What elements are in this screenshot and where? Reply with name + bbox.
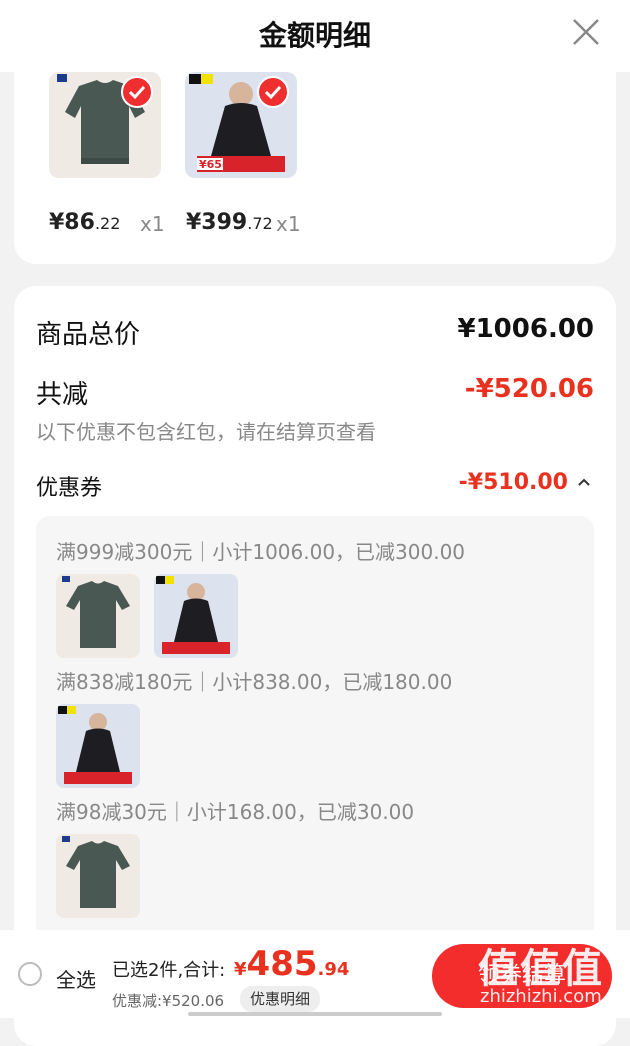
total-price: ¥485.94 (234, 944, 349, 984)
select-all-radio[interactable] (18, 962, 42, 986)
coupon-label: 优惠券 (36, 476, 103, 501)
coupon-item-jacket (154, 574, 238, 658)
product-quantity: x1 (140, 212, 165, 236)
price-decimal: .72 (247, 214, 273, 233)
jacket-image (58, 706, 132, 784)
product-price: ¥86.22 (49, 210, 120, 235)
jacket-image (156, 576, 230, 654)
sweater-image (62, 576, 130, 648)
coupon-value[interactable]: -¥510.00 (459, 470, 568, 495)
modal-header: 金额明细 (0, 0, 630, 72)
jacket-badge: ¥658 (199, 158, 230, 171)
total-currency: ¥ (234, 959, 247, 980)
watermark-sub: zhizhizhi.com (480, 986, 602, 1007)
selected-check-icon[interactable] (121, 76, 153, 108)
coupon-rule: 满999减300元｜小计1006.00，已减300.00 (56, 540, 466, 564)
coupon-detail-box: 满999减300元｜小计1006.00，已减300.00 满838减180元｜小… (36, 516, 594, 956)
product-price: ¥399.72 (186, 210, 273, 235)
total-label: 商品总价 (36, 320, 141, 350)
select-all-label[interactable]: 全选 (56, 964, 96, 993)
coupon-item-jacket (56, 704, 140, 788)
price-main: ¥86 (49, 210, 95, 235)
close-icon[interactable] (570, 16, 602, 48)
total-value: ¥1006.00 (457, 314, 594, 344)
modal-title: 金额明细 (258, 19, 371, 52)
discount-detail-button[interactable]: 优惠明细 (240, 986, 321, 1012)
selected-check-icon[interactable] (257, 76, 289, 108)
product-card: ¥658 ¥86.22 x1 ¥399.72 x1 (14, 72, 616, 264)
reduce-label: 共减 (36, 380, 89, 410)
chevron-up-icon[interactable] (576, 474, 592, 490)
sweater-image (62, 836, 130, 908)
home-indicator[interactable] (188, 1012, 442, 1016)
discount-note: 以下优惠不包含红包，请在结算页查看 (36, 420, 376, 444)
selected-summary: 已选2件,合计: (112, 960, 226, 981)
coupon-item-sweater (56, 574, 140, 658)
watermark: 值值值 zhizhizhi.com (470, 936, 630, 1016)
price-decimal: .22 (94, 214, 121, 233)
coupon-item-sweater (56, 834, 140, 918)
reduce-value: -¥520.06 (464, 374, 594, 404)
price-main: ¥399 (186, 210, 248, 235)
total-integer: 485 (246, 944, 318, 984)
coupon-rule: 满98减30元｜小计168.00，已减30.00 (56, 800, 415, 824)
discount-summary: 优惠减:¥520.06 (112, 992, 225, 1010)
product-quantity: x1 (276, 212, 301, 236)
total-decimal: .94 (317, 959, 350, 980)
coupon-rule: 满838减180元｜小计838.00，已减180.00 (56, 670, 453, 694)
